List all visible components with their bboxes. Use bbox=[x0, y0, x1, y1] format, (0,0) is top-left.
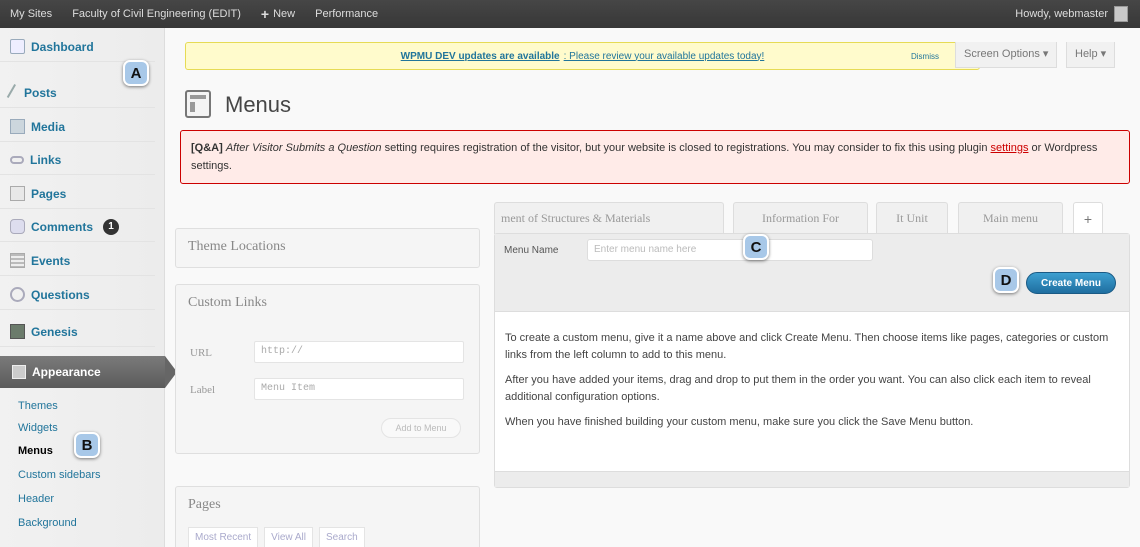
menu-tab-structures[interactable]: ment of Structures & Materials bbox=[494, 202, 724, 234]
label-label: Label bbox=[190, 384, 216, 396]
submenu-widgets[interactable]: Widgets bbox=[18, 418, 58, 438]
sidebar-item-questions[interactable]: Questions bbox=[0, 280, 155, 310]
instruction-paragraph: After you have added your items, drag an… bbox=[505, 374, 1091, 403]
submenu-header[interactable]: Header bbox=[18, 489, 54, 509]
updates-link[interactable]: WPMU DEV updates are available bbox=[401, 51, 560, 62]
box-title: Pages bbox=[188, 497, 221, 512]
new-content-button[interactable]: + New bbox=[251, 0, 305, 28]
help-button[interactable]: Help ▾ bbox=[1066, 42, 1116, 68]
sidebar-item-events[interactable]: Events bbox=[0, 246, 155, 276]
dashboard-icon bbox=[10, 39, 25, 54]
sidebar-item-label: Pages bbox=[31, 186, 67, 201]
theme-locations-box[interactable]: Theme Locations bbox=[175, 228, 480, 268]
performance-link[interactable]: Performance bbox=[305, 0, 388, 28]
add-to-menu-button[interactable]: Add to Menu bbox=[381, 418, 461, 438]
menu-tab-main-menu[interactable]: Main menu bbox=[958, 202, 1063, 234]
menu-footer bbox=[495, 471, 1129, 487]
custom-links-box: Custom Links URL http:// Label Menu Item… bbox=[175, 284, 480, 454]
sidebar-item-pages[interactable]: Pages bbox=[0, 179, 155, 209]
sidebar-item-media[interactable]: Media bbox=[0, 112, 155, 142]
box-title: Custom Links bbox=[188, 295, 267, 310]
menu-edit-panel: Menu Name Enter menu name here Create Me… bbox=[494, 233, 1130, 488]
notice-text: setting requires registration of the vis… bbox=[381, 142, 991, 154]
marker-d: D bbox=[993, 267, 1019, 293]
admin-sidebar: Dashboard Posts Media Links Pages Commen… bbox=[0, 28, 177, 547]
sidebar-item-appearance[interactable]: Appearance bbox=[0, 356, 177, 388]
url-input[interactable]: http:// bbox=[254, 341, 464, 363]
notice-setting-name: After Visitor Submits a Question bbox=[225, 142, 382, 154]
pages-tabs: Most Recent View All Search bbox=[188, 527, 365, 547]
sidebar-item-genesis[interactable]: Genesis bbox=[0, 317, 155, 347]
sidebar-item-label: Events bbox=[31, 253, 71, 268]
instruction-paragraph: When you have finished building your cus… bbox=[505, 416, 974, 428]
menu-tab-label: ment of Structures & Materials bbox=[501, 211, 651, 225]
sidebar-item-label: Dashboard bbox=[31, 39, 94, 54]
avatar bbox=[1114, 6, 1128, 22]
pages-box: Pages Most Recent View All Search bbox=[175, 486, 480, 547]
screen-options-button[interactable]: Screen Options ▾ bbox=[955, 42, 1058, 68]
questions-icon bbox=[10, 287, 25, 302]
url-label: URL bbox=[190, 347, 212, 359]
appearance-icon bbox=[12, 365, 26, 379]
events-icon bbox=[10, 253, 25, 268]
pin-icon bbox=[6, 84, 22, 101]
sidebar-item-label: Questions bbox=[31, 287, 90, 302]
menu-tab-label: It Unit bbox=[896, 211, 928, 225]
tab-view-all[interactable]: View All bbox=[264, 527, 313, 547]
plus-icon: + bbox=[260, 6, 270, 22]
instruction-paragraph: To create a custom menu, give it a name … bbox=[505, 332, 1109, 361]
error-notice: [Q&A] After Visitor Submits a Question s… bbox=[180, 130, 1130, 184]
menu-name-label: Menu Name bbox=[504, 245, 559, 256]
new-label: New bbox=[273, 8, 296, 20]
menu-header: Menu Name Enter menu name here Create Me… bbox=[495, 234, 1129, 312]
box-title: Theme Locations bbox=[188, 239, 286, 254]
menu-instructions: To create a custom menu, give it a name … bbox=[505, 330, 1120, 439]
create-menu-button[interactable]: Create Menu bbox=[1026, 272, 1116, 294]
notice-tag: [Q&A] bbox=[191, 142, 223, 154]
comments-icon bbox=[10, 219, 25, 234]
submenu-background[interactable]: Background bbox=[18, 513, 77, 533]
sidebar-item-comments[interactable]: Comments 1 bbox=[0, 212, 155, 242]
sidebar-item-label: Posts bbox=[24, 85, 57, 100]
marker-a: A bbox=[123, 60, 149, 86]
menus-page-icon bbox=[185, 90, 211, 118]
user-account-menu[interactable]: Howdy, webmaster bbox=[1015, 6, 1140, 22]
pages-icon bbox=[10, 186, 25, 201]
add-menu-tab[interactable]: + bbox=[1073, 202, 1103, 234]
site-name-link[interactable]: Faculty of Civil Engineering (EDIT) bbox=[62, 0, 251, 28]
page-title: Menus bbox=[225, 92, 292, 117]
plus-icon: + bbox=[1083, 210, 1093, 227]
settings-link[interactable]: settings bbox=[991, 142, 1029, 154]
sidebar-item-label: Genesis bbox=[31, 324, 78, 339]
sidebar-item-links[interactable]: Links bbox=[0, 145, 155, 175]
link-icon bbox=[10, 155, 24, 164]
submenu-menus[interactable]: Menus bbox=[18, 441, 53, 461]
label-input[interactable]: Menu Item bbox=[254, 378, 464, 400]
menu-tab-label: Information For bbox=[762, 211, 839, 225]
tab-most-recent[interactable]: Most Recent bbox=[188, 527, 259, 547]
menu-tab-information-for[interactable]: Information For bbox=[733, 202, 868, 234]
marker-b: B bbox=[74, 432, 100, 458]
admin-bar: My Sites Faculty of Civil Engineering (E… bbox=[0, 0, 1140, 28]
update-notice: WPMU DEV updates are available : Please … bbox=[185, 42, 980, 70]
sidebar-item-label: Media bbox=[31, 119, 66, 134]
howdy-text: Howdy, webmaster bbox=[1015, 8, 1108, 20]
submenu-themes[interactable]: Themes bbox=[18, 396, 58, 416]
sidebar-item-label: Appearance bbox=[32, 365, 101, 379]
marker-c: C bbox=[743, 234, 769, 260]
genesis-icon bbox=[10, 324, 25, 339]
menu-tab-label: Main menu bbox=[983, 211, 1038, 225]
review-updates-link[interactable]: : Please review your available updates t… bbox=[564, 51, 765, 62]
tab-search[interactable]: Search bbox=[318, 527, 365, 547]
comment-count-badge: 1 bbox=[103, 218, 120, 235]
menu-name-input[interactable]: Enter menu name here bbox=[587, 239, 873, 261]
sidebar-item-dashboard[interactable]: Dashboard bbox=[0, 32, 155, 62]
sidebar-item-label: Comments bbox=[31, 219, 94, 234]
sidebar-item-label: Links bbox=[30, 152, 62, 167]
media-icon bbox=[10, 119, 25, 134]
dismiss-link[interactable]: Dismiss bbox=[911, 52, 939, 61]
submenu-custom-sidebars[interactable]: Custom sidebars bbox=[18, 465, 101, 485]
my-sites-link[interactable]: My Sites bbox=[0, 0, 62, 28]
menu-tab-it-unit[interactable]: It Unit bbox=[876, 202, 948, 234]
